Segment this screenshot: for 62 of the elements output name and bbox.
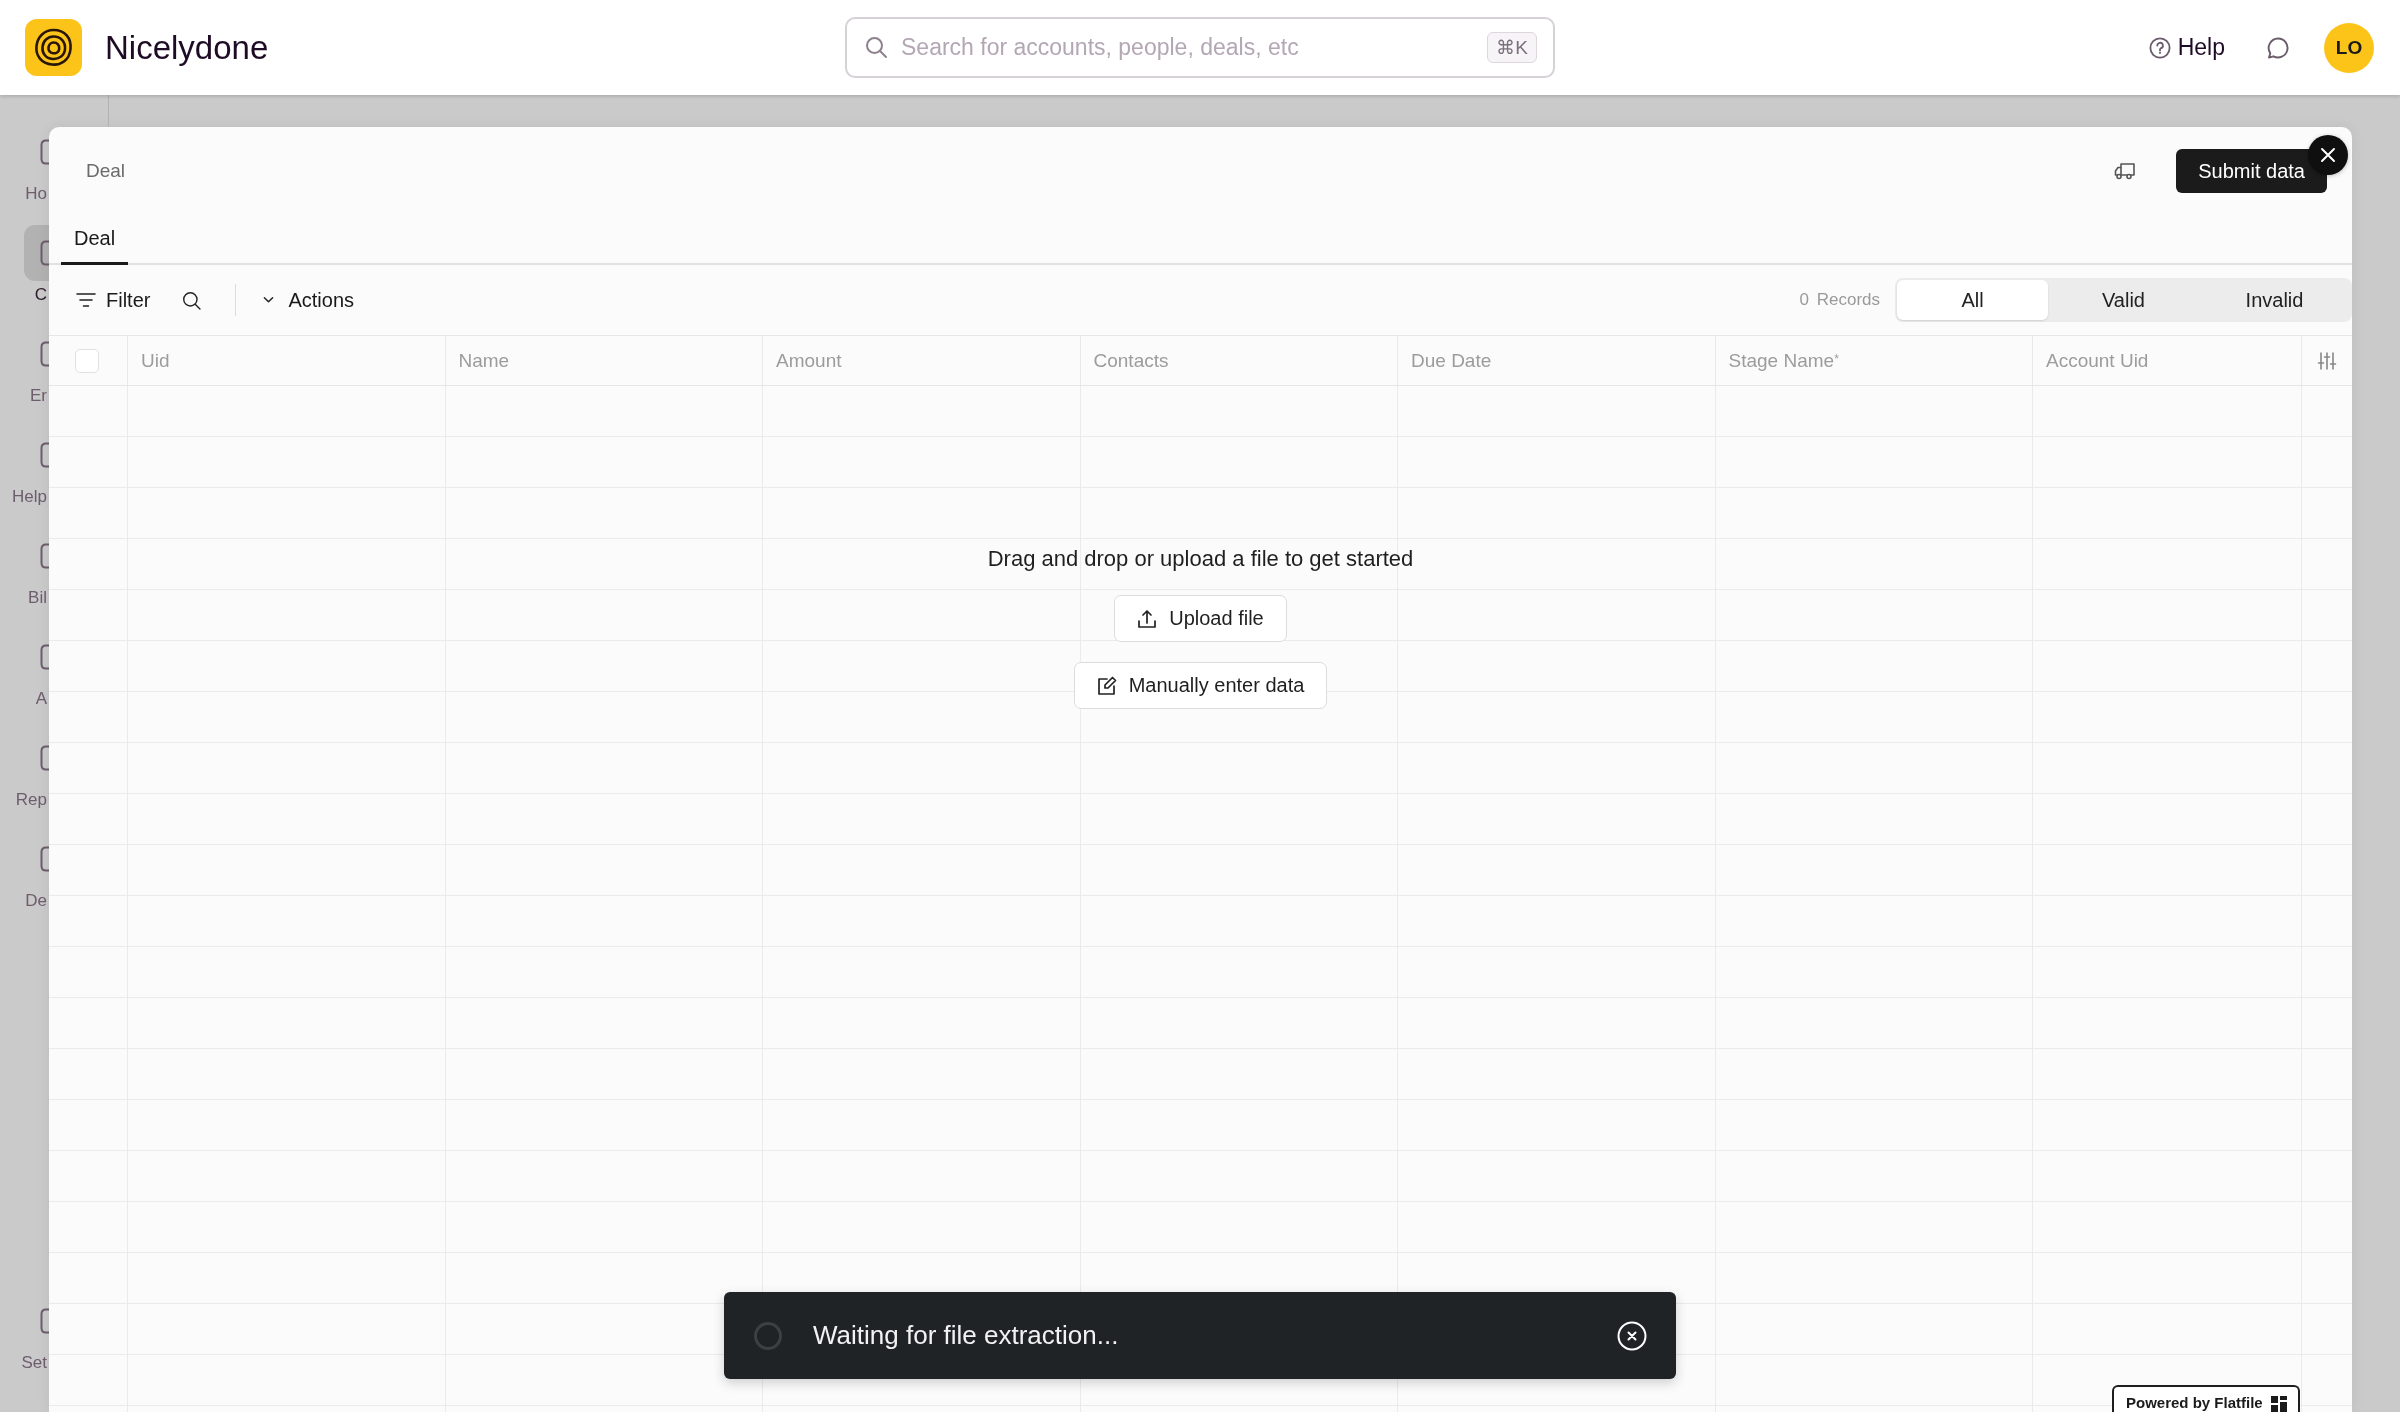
column-header[interactable]: Account Uid <box>2033 336 2302 385</box>
toast-message: Waiting for file extraction... <box>813 1320 1119 1351</box>
empty-state-message: Drag and drop or upload a file to get started <box>987 545 1414 573</box>
column-header[interactable]: Due Date <box>1398 336 1716 385</box>
truck-icon[interactable] <box>2114 162 2137 180</box>
modal-title: Deal <box>86 160 126 182</box>
column-header[interactable]: Stage Name$^{*}$ <box>1715 336 2033 385</box>
search-button[interactable] <box>182 290 202 310</box>
app-name: Nicelydone <box>105 28 269 67</box>
filter-button[interactable]: Filter <box>76 288 151 312</box>
partial-icon <box>40 543 49 569</box>
submit-button[interactable]: Submit data <box>2176 149 2327 193</box>
filter-tab[interactable]: All <box>1897 280 2048 320</box>
sidebar-item[interactable]: Ho <box>0 124 49 225</box>
upload-button[interactable]: Upload file <box>1114 595 1287 642</box>
upload-icon <box>1137 608 1158 629</box>
column-header[interactable]: Name <box>445 336 763 385</box>
spinner-icon <box>753 1320 783 1351</box>
sidebar-item[interactable]: De <box>0 831 49 932</box>
logo-icon[interactable] <box>25 19 82 76</box>
close-button[interactable] <box>1617 1320 1647 1351</box>
filter-tab[interactable]: Invalid <box>2199 280 2350 320</box>
sidebar-item[interactable]: Rep <box>0 730 49 831</box>
sidebar-item[interactable]: Help <box>0 427 49 528</box>
search-icon <box>182 290 202 310</box>
partial-icon <box>40 240 49 266</box>
sidebar-item[interactable]: Bil <box>0 528 49 629</box>
column-header[interactable]: Amount <box>763 336 1081 385</box>
chat-bubble-icon[interactable] <box>2266 35 2290 60</box>
actions-button[interactable]: Actions <box>263 288 355 312</box>
sidebar-item[interactable]: Set <box>0 1293 49 1373</box>
close-button[interactable] <box>2308 135 2348 175</box>
partial-icon <box>40 644 49 670</box>
column-header[interactable]: Contacts <box>1080 336 1398 385</box>
help-button[interactable]: Help <box>2148 34 2225 61</box>
sliders-icon[interactable] <box>2317 350 2337 371</box>
avatar-button[interactable]: LO <box>2324 22 2374 73</box>
partial-icon <box>40 139 49 165</box>
partial-icon <box>40 846 49 872</box>
column-header[interactable]: Uid <box>128 336 446 385</box>
search-icon <box>864 35 888 59</box>
sidebar-item[interactable]: Er <box>0 326 49 427</box>
partial-icon <box>40 1308 49 1334</box>
edit-icon <box>1096 675 1117 696</box>
filter-tab[interactable]: Valid <box>2048 280 2199 320</box>
chevron-down-icon <box>263 296 275 304</box>
sheet-tab[interactable]: Deal <box>61 215 129 265</box>
close-icon <box>1617 1320 1647 1351</box>
logo-icon <box>2270 1396 2287 1412</box>
sidebar-item[interactable]: C <box>0 225 49 326</box>
record-count: 0 Records <box>1799 290 1880 310</box>
checkbox[interactable] <box>75 348 99 373</box>
partial-icon <box>40 745 49 771</box>
powered-by-link[interactable]: Powered by Flatfile <box>2112 1385 2300 1412</box>
shortcut-hint: ⌘K <box>1487 32 1537 63</box>
partial-icon <box>40 442 49 468</box>
close-icon <box>2320 147 2336 163</box>
partial-icon <box>40 341 49 367</box>
manual-entry-button[interactable]: Manually enter data <box>1073 662 1328 709</box>
sidebar-item[interactable]: A <box>0 629 49 730</box>
filter-icon <box>76 292 96 308</box>
help-icon <box>2148 36 2171 59</box>
